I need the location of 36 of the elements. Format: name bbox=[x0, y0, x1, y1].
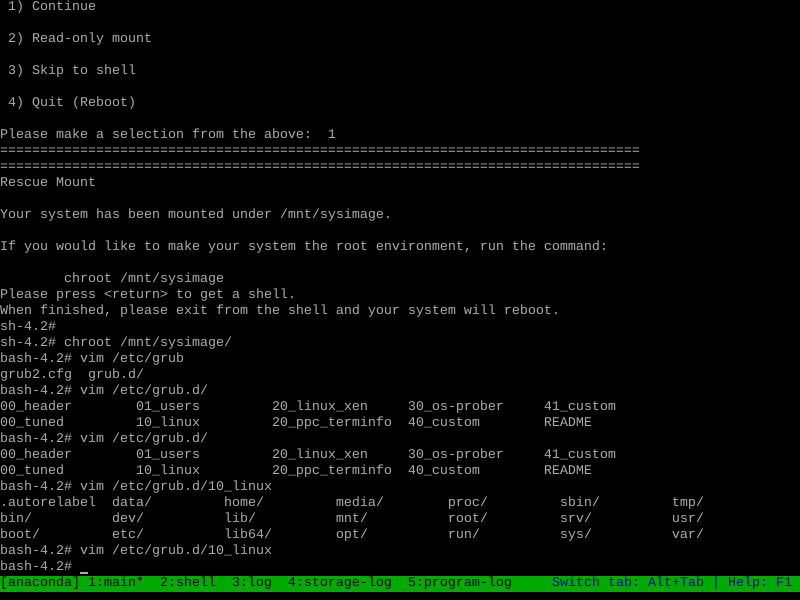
terminal-line: bash-4.2# vim /etc/grub.d/10_linux bbox=[0, 480, 272, 496]
window-tab[interactable]: 5:program-log bbox=[408, 576, 512, 592]
terminal-line: 1) Continue bbox=[6, 0, 96, 16]
terminal-line: 00_tuned 10_linux 20_ppc_terminfo 40_custom README bbox=[0, 416, 592, 432]
window-tab[interactable]: 2:shell bbox=[160, 576, 216, 592]
terminal-line: Please make a selection from the above: 1 bbox=[0, 128, 336, 144]
terminal-line: 4) Quit (Reboot) bbox=[6, 96, 136, 112]
window-tab[interactable]: 3:log bbox=[232, 576, 272, 592]
terminal-line: bash-4.2# vim /etc/grub.d/ bbox=[0, 432, 208, 448]
keyboard-hint: Switch tab: Alt+Tab | Help: F1 bbox=[552, 576, 792, 592]
terminal-line: 2) Read-only mount bbox=[6, 32, 152, 48]
terminal-line: ================================================================================ bbox=[0, 144, 640, 160]
terminal-line: chroot /mnt/sysimage bbox=[62, 272, 224, 288]
terminal-line: .autorelabel data/ home/ media/ proc/ sbin/ tmp/ bbox=[0, 496, 704, 512]
window-tab[interactable]: 4:storage-log bbox=[288, 576, 392, 592]
terminal-line: 00_tuned 10_linux 20_ppc_terminfo 40_custom README bbox=[0, 464, 592, 480]
terminal-line: bash-4.2# vim /etc/grub.d/ bbox=[0, 384, 208, 400]
terminal-line: Rescue Mount bbox=[0, 176, 96, 192]
window-tab[interactable]: 1:main* bbox=[88, 576, 144, 592]
terminal-line: sh-4.2# chroot /mnt/sysimage/ bbox=[0, 336, 232, 352]
terminal-line: grub2.cfg grub.d/ bbox=[0, 368, 144, 384]
terminal-line: 3) Skip to shell bbox=[6, 64, 136, 80]
terminal-line: Please press <return> to get a shell. bbox=[0, 288, 296, 304]
terminal-line: ================================================================================ bbox=[0, 160, 640, 176]
shell-prompt: bash-4.2# bbox=[0, 560, 72, 576]
terminal-line: bash-4.2# vim /etc/grub bbox=[0, 352, 184, 368]
terminal-line: When finished, please exit from the shell and your system will reboot. bbox=[0, 304, 560, 320]
terminal-line: bash-4.2# vim /etc/grub.d/10_linux bbox=[0, 544, 272, 560]
terminal-line: sh-4.2# bbox=[0, 320, 56, 336]
terminal-line: 00_header 01_users 20_linux_xen 30_os-prober 41_custom bbox=[0, 448, 616, 464]
terminal-line: 00_header 01_users 20_linux_xen 30_os-prober 41_custom bbox=[0, 400, 616, 416]
terminal-line: boot/ etc/ lib64/ opt/ run/ sys/ var/ bbox=[0, 528, 704, 544]
terminal-line: bin/ dev/ lib/ mnt/ root/ srv/ usr/ bbox=[0, 512, 704, 528]
session-name: [anaconda] bbox=[0, 576, 80, 592]
terminal-line: If you would like to make your system the root environment, run the command: bbox=[0, 240, 608, 256]
terminal-line: Your system has been mounted under /mnt/sysimage. bbox=[0, 208, 392, 224]
